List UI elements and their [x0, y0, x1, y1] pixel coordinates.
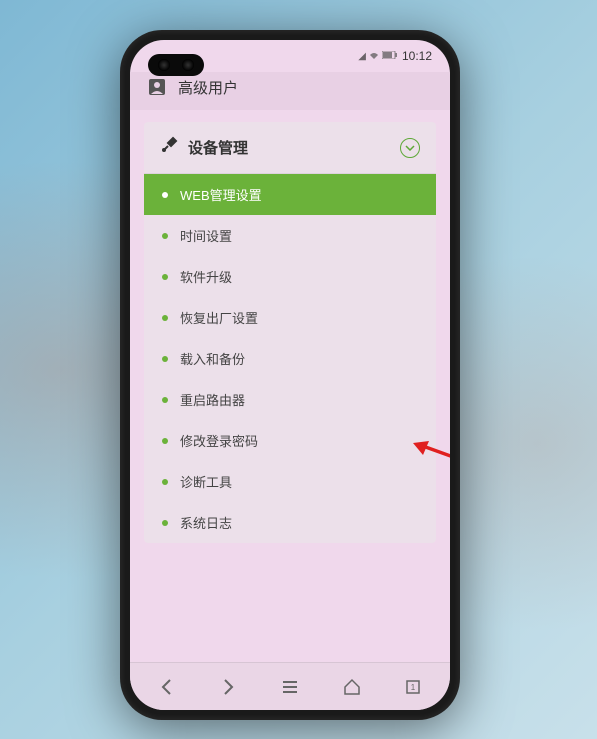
bullet-icon [162, 192, 168, 198]
device-management-card: 设备管理 WEB管理设置时间设置软件升级恢复出厂设置载入和备份重启路由器修改登录… [144, 122, 436, 543]
menu-item-label: 系统日志 [180, 513, 232, 532]
menu-item-label: 载入和备份 [180, 349, 245, 368]
content-area: 设备管理 WEB管理设置时间设置软件升级恢复出厂设置载入和备份重启路由器修改登录… [130, 110, 450, 555]
chevron-down-icon[interactable] [400, 138, 420, 158]
signal-icon: ◢ [358, 51, 366, 62]
page-header: 高级用户 [130, 72, 450, 110]
user-icon [146, 76, 168, 98]
page-title: 高级用户 [178, 77, 238, 98]
camera-lens-2 [182, 59, 194, 71]
status-icons: ◢ [358, 50, 398, 63]
menu-item-8[interactable]: 系统日志 [144, 502, 436, 543]
bullet-icon [162, 274, 168, 280]
nav-menu-button[interactable] [268, 665, 312, 709]
bullet-icon [162, 233, 168, 239]
phone-frame: ◢ 10:12 高级用户 [120, 30, 460, 720]
wifi-icon [368, 50, 380, 63]
menu-item-7[interactable]: 诊断工具 [144, 461, 436, 502]
menu-item-3[interactable]: 恢复出厂设置 [144, 297, 436, 338]
nav-home-button[interactable] [330, 665, 374, 709]
card-title: 设备管理 [188, 137, 248, 158]
menu-item-label: WEB管理设置 [180, 185, 262, 204]
menu-item-label: 时间设置 [180, 226, 232, 245]
battery-icon [382, 51, 398, 62]
menu-item-label: 修改登录密码 [180, 431, 258, 450]
menu-item-1[interactable]: 时间设置 [144, 215, 436, 256]
card-header[interactable]: 设备管理 [144, 122, 436, 174]
status-time: 10:12 [402, 49, 432, 63]
nav-forward-button[interactable] [206, 665, 250, 709]
menu-item-2[interactable]: 软件升级 [144, 256, 436, 297]
menu-item-label: 诊断工具 [180, 472, 232, 491]
camera-lens-1 [158, 59, 170, 71]
nav-back-button[interactable] [145, 665, 189, 709]
bullet-icon [162, 479, 168, 485]
menu-item-6[interactable]: 修改登录密码 [144, 420, 436, 461]
menu-item-0[interactable]: WEB管理设置 [144, 174, 436, 215]
menu-item-label: 重启路由器 [180, 390, 245, 409]
bullet-icon [162, 438, 168, 444]
nav-tabs-button[interactable]: 1 [391, 665, 435, 709]
menu-item-5[interactable]: 重启路由器 [144, 379, 436, 420]
phone-screen: ◢ 10:12 高级用户 [130, 40, 450, 710]
bullet-icon [162, 397, 168, 403]
menu-item-label: 软件升级 [180, 267, 232, 286]
menu-item-label: 恢复出厂设置 [180, 308, 258, 327]
bullet-icon [162, 520, 168, 526]
tools-icon [160, 136, 178, 159]
bullet-icon [162, 356, 168, 362]
bullet-icon [162, 315, 168, 321]
menu-list: WEB管理设置时间设置软件升级恢复出厂设置载入和备份重启路由器修改登录密码诊断工… [144, 174, 436, 543]
browser-bottom-nav: 1 [130, 662, 450, 710]
svg-text:1: 1 [411, 683, 416, 692]
camera-cutout [148, 54, 204, 76]
menu-item-4[interactable]: 载入和备份 [144, 338, 436, 379]
